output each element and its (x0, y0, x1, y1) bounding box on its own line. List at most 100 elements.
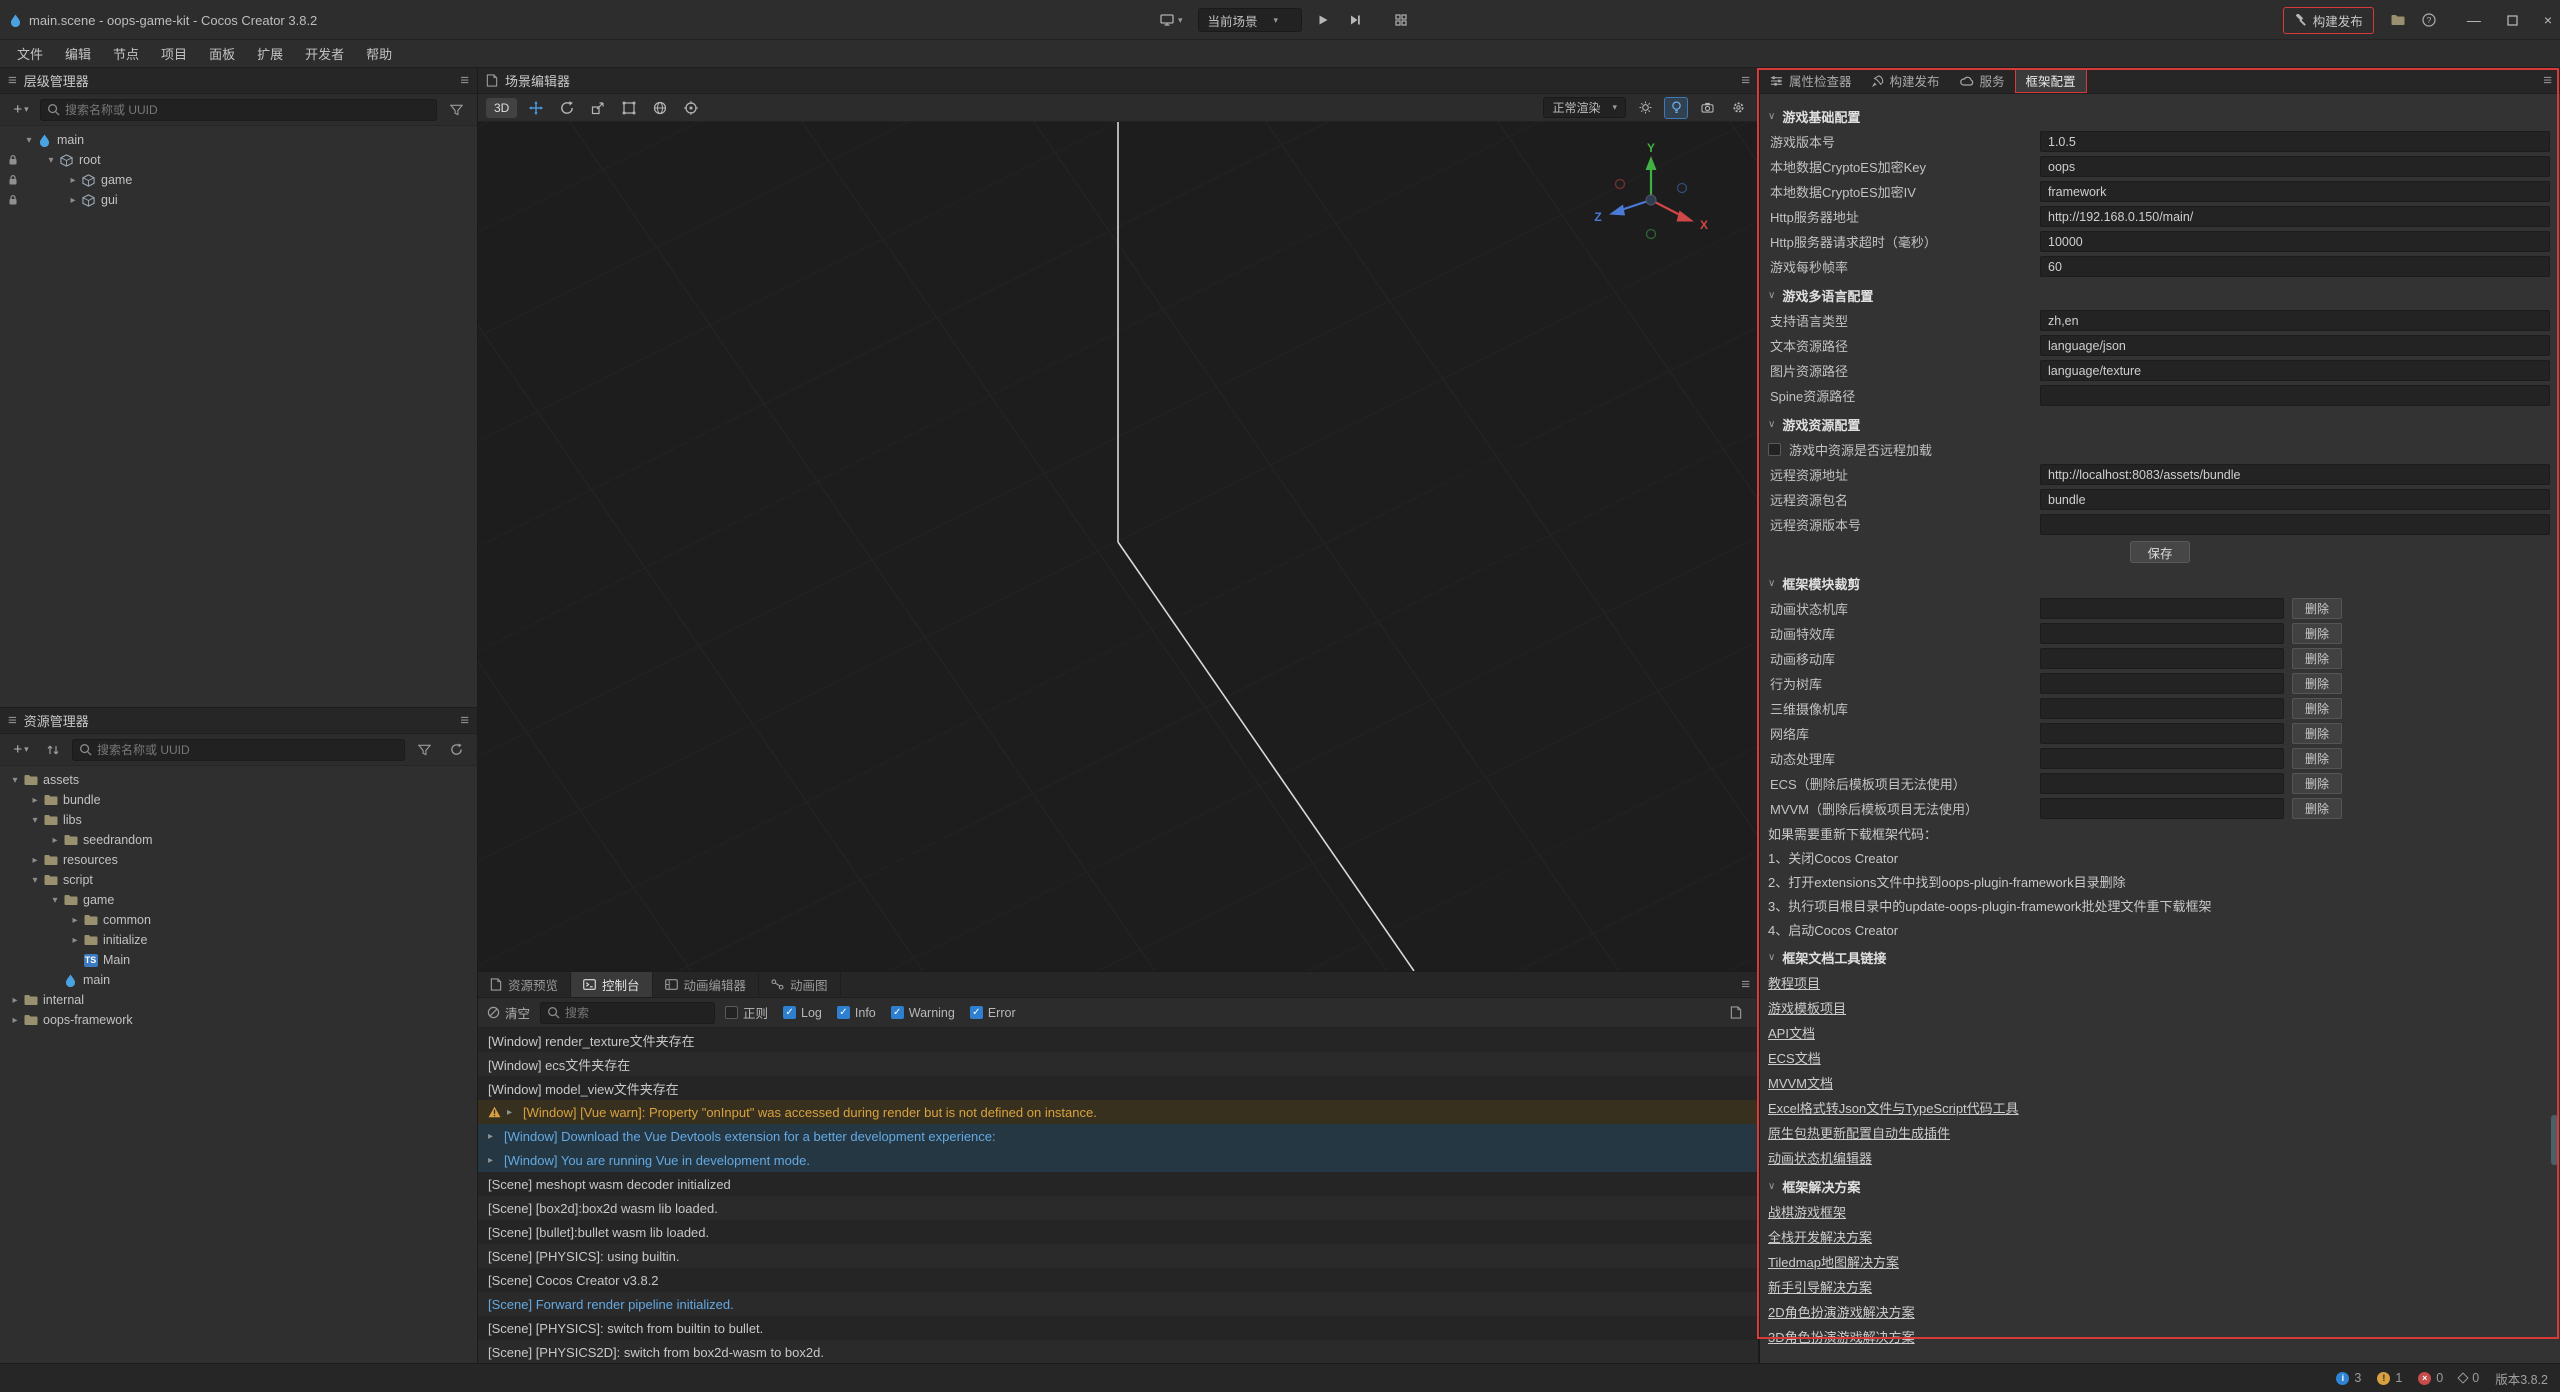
status-warning[interactable]: !1 (2377, 1371, 2402, 1385)
property-input[interactable]: framework (2040, 181, 2550, 202)
property-input[interactable]: 1.0.5 (2040, 131, 2550, 152)
lock-icon[interactable] (4, 174, 22, 186)
tree-item[interactable]: ▾main (4, 130, 477, 150)
console-filter-toggle[interactable]: ✓Info (837, 1006, 876, 1020)
tree-item[interactable]: ▾libs (4, 810, 477, 830)
delete-button[interactable]: 删除 (2292, 698, 2342, 719)
maximize-button[interactable] (2507, 15, 2518, 26)
delete-button[interactable]: 删除 (2292, 773, 2342, 794)
lock-icon[interactable] (4, 154, 22, 166)
expand-arrow-icon[interactable]: ▸ (488, 1155, 498, 1166)
delete-button[interactable]: 删除 (2292, 648, 2342, 669)
expand-arrow-icon[interactable]: ▸ (28, 855, 42, 866)
menu-item[interactable]: 开发者 (294, 40, 355, 67)
tree-item[interactable]: TSMain (4, 950, 477, 970)
panel-options-icon[interactable]: ≡ (460, 712, 469, 729)
tree-item[interactable]: ▾assets (4, 770, 477, 790)
delete-button[interactable]: 删除 (2292, 798, 2342, 819)
console-tab[interactable]: 控制台 (571, 972, 653, 997)
collapse-arrow-icon[interactable]: ▾ (8, 775, 22, 786)
property-input[interactable]: http://192.168.0.150/main/ (2040, 206, 2550, 227)
mode-3d-button[interactable]: 3D (486, 98, 517, 118)
expand-arrow-icon[interactable]: ▸ (68, 915, 82, 926)
menu-item[interactable]: 扩展 (246, 40, 294, 67)
delete-button[interactable]: 删除 (2292, 623, 2342, 644)
log-row[interactable]: [Scene] Cocos Creator v3.8.2 (478, 1268, 1758, 1292)
status-error[interactable]: ×0 (2418, 1371, 2443, 1385)
tree-item[interactable]: ▸internal (4, 990, 477, 1010)
section-header[interactable]: ∨框架解决方案 (1768, 1173, 2552, 1199)
step-button[interactable] (1344, 8, 1366, 32)
doc-link[interactable]: Excel格式转Json文件与TypeScript代码工具 (1768, 1098, 2019, 1117)
doc-link[interactable]: 教程项目 (1768, 973, 1820, 992)
move-tool-button[interactable] (524, 97, 548, 119)
light-toggle[interactable] (1664, 97, 1688, 119)
expand-arrow-icon[interactable]: ▸ (48, 835, 62, 846)
module-input[interactable] (2040, 773, 2284, 794)
property-input[interactable] (2040, 514, 2550, 535)
console-tab[interactable]: 动画编辑器 (653, 972, 760, 997)
world-space-toggle[interactable] (648, 97, 672, 119)
panel-options-icon[interactable]: ≡ (1741, 72, 1750, 89)
doc-link[interactable]: 动画状态机编辑器 (1768, 1148, 1872, 1167)
help-icon[interactable]: ? (2422, 13, 2436, 27)
axis-neg-z[interactable] (1678, 184, 1687, 193)
close-button[interactable]: × (2544, 12, 2552, 28)
tree-item[interactable]: ▾script (4, 870, 477, 890)
axis-neg-y[interactable] (1647, 230, 1656, 239)
doc-link[interactable]: 游戏模板项目 (1768, 998, 1846, 1017)
gear-icon[interactable] (1726, 97, 1750, 119)
panel-options-icon[interactable]: ≡ (1741, 976, 1758, 993)
panel-options-icon[interactable]: ≡ (460, 72, 469, 89)
property-input[interactable]: language/json (2040, 335, 2550, 356)
log-row[interactable]: [Window] model_view文件夹存在 (478, 1076, 1758, 1100)
create-node-button[interactable]: +▾ (8, 99, 34, 121)
expand-arrow-icon[interactable]: ▸ (66, 175, 80, 186)
preview-device-button[interactable]: ▾ (1155, 8, 1188, 32)
doc-link[interactable]: 全栈开发解决方案 (1768, 1227, 1872, 1246)
module-input[interactable] (2040, 598, 2284, 619)
tree-item[interactable]: ▸common (4, 910, 477, 930)
module-input[interactable] (2040, 673, 2284, 694)
log-row[interactable]: [Scene] [PHYSICS]: switch from builtin t… (478, 1316, 1758, 1340)
tree-item[interactable]: ▾game (4, 890, 477, 910)
checkbox[interactable] (1768, 443, 1781, 456)
rect-tool-button[interactable] (617, 97, 641, 119)
menu-item[interactable]: 帮助 (355, 40, 403, 67)
rotate-tool-button[interactable] (555, 97, 579, 119)
expand-arrow-icon[interactable]: ▸ (66, 195, 80, 206)
panel-options-icon[interactable]: ≡ (2543, 72, 2552, 89)
property-input[interactable]: 10000 (2040, 231, 2550, 252)
status-info[interactable]: i3 (2336, 1371, 2361, 1385)
inspector-tab[interactable]: 服务 (1950, 68, 2015, 93)
export-log-icon[interactable] (1723, 1002, 1749, 1024)
property-input[interactable]: http://localhost:8083/assets/bundle (2040, 464, 2550, 485)
collapse-arrow-icon[interactable]: ▾ (22, 135, 36, 146)
doc-link[interactable]: 2D角色扮演游戏解决方案 (1768, 1302, 1915, 1321)
lock-icon[interactable] (4, 194, 22, 206)
log-row[interactable]: [Scene] [box2d]:box2d wasm lib loaded. (478, 1196, 1758, 1220)
menu-item[interactable]: 面板 (198, 40, 246, 67)
collapse-arrow-icon[interactable]: ▾ (28, 875, 42, 886)
console-tab[interactable]: 动画图 (759, 972, 841, 997)
log-row[interactable]: ▸[Window] You are running Vue in develop… (478, 1148, 1758, 1172)
inspector-tab[interactable]: 框架配置 (2015, 68, 2087, 93)
property-input[interactable]: zh,en (2040, 310, 2550, 331)
log-row[interactable]: ▸[Window] [Vue warn]: Property "onInput"… (478, 1100, 1758, 1124)
delete-button[interactable]: 删除 (2292, 723, 2342, 744)
minimize-button[interactable]: — (2467, 12, 2481, 28)
scene-select[interactable]: 当前场景▾ (1198, 8, 1302, 32)
collapse-arrow-icon[interactable]: ▾ (44, 155, 58, 166)
tree-item[interactable]: ▸bundle (4, 790, 477, 810)
tree-item[interactable]: ▸seedrandom (4, 830, 477, 850)
log-row[interactable]: [Scene] meshopt wasm decoder initialized (478, 1172, 1758, 1196)
collapse-arrow-icon[interactable]: ▾ (48, 895, 62, 906)
doc-link[interactable]: Tiledmap地图解决方案 (1768, 1252, 1899, 1271)
module-input[interactable] (2040, 648, 2284, 669)
delete-button[interactable]: 删除 (2292, 598, 2342, 619)
tree-item[interactable]: ▸game (4, 170, 477, 190)
hierarchy-search-input[interactable] (65, 103, 430, 117)
shading-mode-select[interactable]: 正常渲染▾ (1543, 97, 1626, 118)
property-input[interactable]: language/texture (2040, 360, 2550, 381)
log-row[interactable]: [Window] render_texture文件夹存在 (478, 1028, 1758, 1052)
